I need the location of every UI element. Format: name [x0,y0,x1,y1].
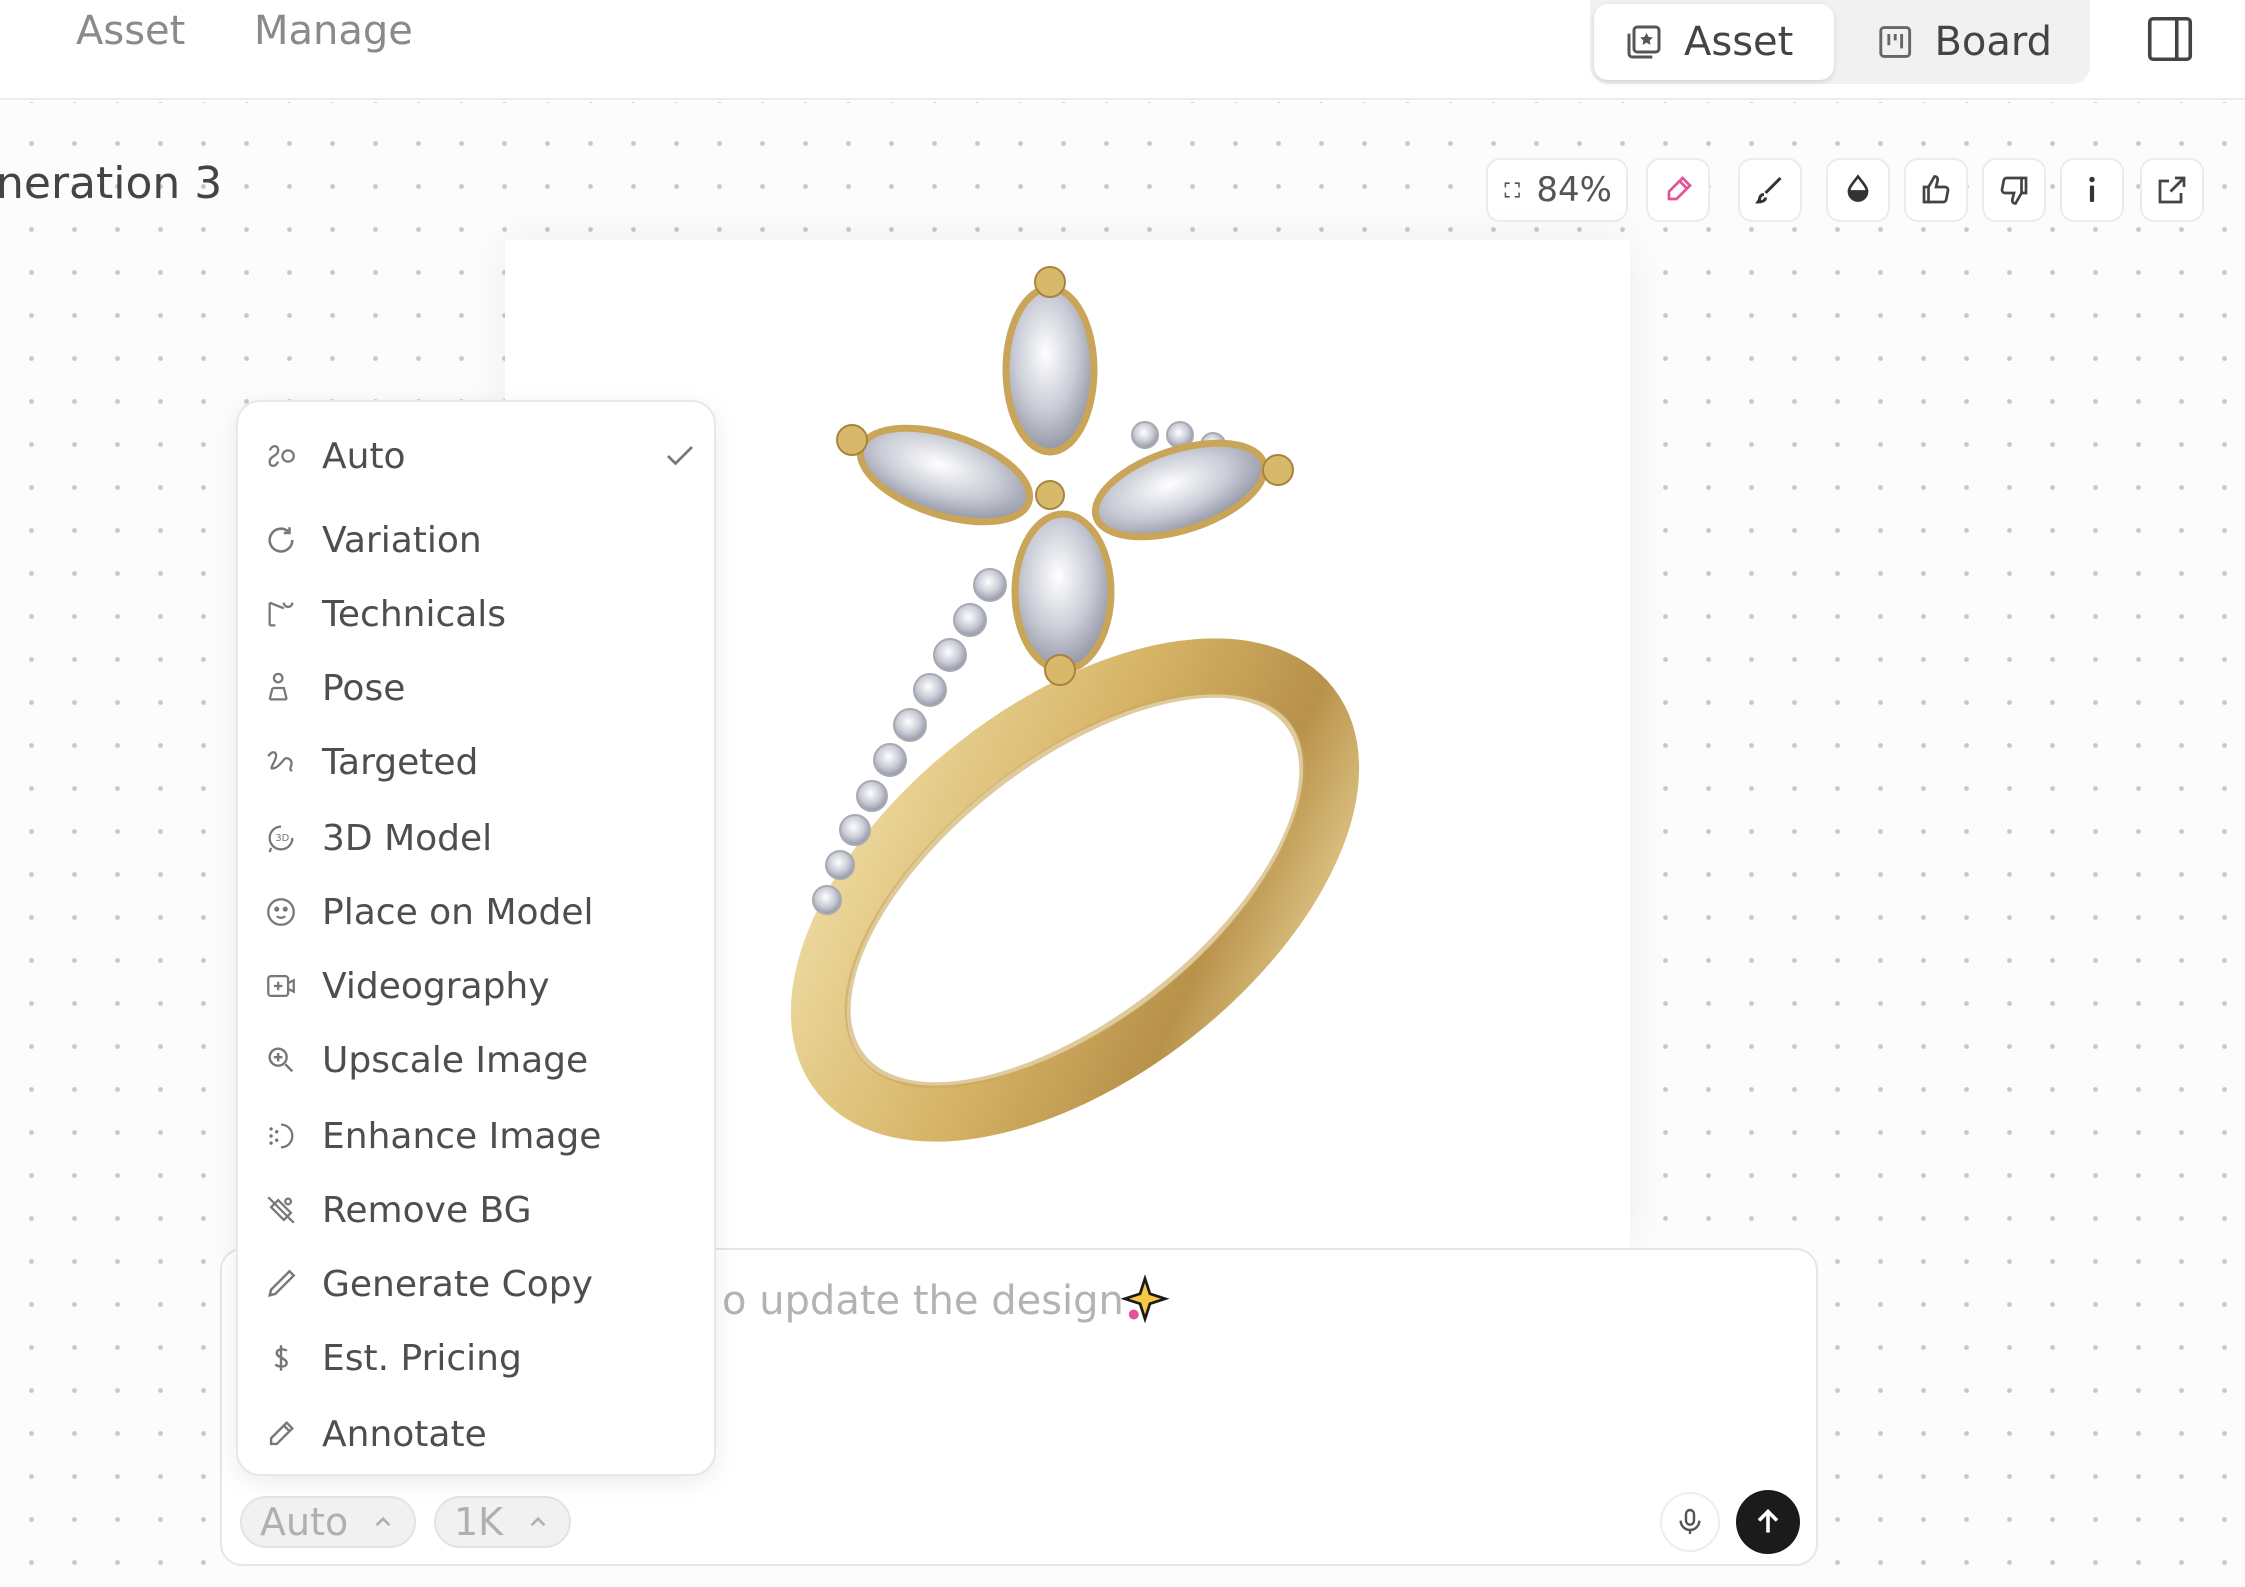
board-view-label: Board [1934,19,2052,65]
menu-item-pose[interactable]: Pose [264,660,704,716]
brush-button[interactable] [1738,158,1802,222]
menu-item-label: Place on Model [322,891,594,933]
menu-item-enhance-image[interactable]: Enhance Image [264,1108,704,1164]
info-button[interactable] [2060,158,2124,222]
menu-item-label: Pose [322,667,406,709]
menu-item-annotate[interactable]: Annotate [264,1406,704,1462]
menu-item-label: Est. Pricing [322,1337,522,1379]
dollar-icon [274,1345,288,1371]
panel-toggle-icon[interactable] [2143,12,2197,66]
menu-item-place-on-model[interactable]: Place on Model [264,884,704,940]
brush-icon [1755,176,1782,204]
tone-button[interactable] [1826,158,1890,222]
menu-item-generate-copy[interactable]: Generate Copy [264,1256,704,1312]
pen-icon [268,1269,296,1297]
menu-item-label: Annotate [322,1413,487,1455]
targeted-icon [267,751,293,772]
top-bar: Asset Manage Asset Board [0,0,2245,100]
menu-item-label: Auto [322,435,406,477]
remove-bg-icon [267,1196,295,1224]
menu-item-auto[interactable]: Auto [264,428,704,484]
generation-title: neration 3 [0,158,223,209]
chevron-up-icon [530,1516,546,1527]
check-icon [667,446,693,466]
zoom-control[interactable]: 84% [1486,158,1628,222]
mode-value: Auto [260,1500,349,1544]
open-external-icon [2158,176,2186,204]
tone-icon [1847,174,1869,202]
asset-view-label: Asset [1684,19,1794,65]
thumbs-down-icon [2000,176,2028,205]
menu-item-variation[interactable]: Variation [264,512,704,568]
menu-item-label: Generate Copy [322,1263,593,1305]
resolution-value: 1K [454,1500,504,1544]
asset-view-button[interactable]: Asset [1594,4,1834,80]
view-toggle: Asset Board [1590,0,2090,84]
menu-item-videography[interactable]: Videography [264,958,704,1014]
zoom-level: 84% [1536,170,1612,210]
svg-text:3D: 3D [275,833,289,844]
color-picker-icon [1667,176,1692,201]
menu-item-label: 3D Model [322,817,493,859]
pose-icon [268,672,288,701]
menu-item-remove-bg[interactable]: Remove BG [264,1182,704,1238]
board-icon [1879,26,1912,58]
video-icon [267,974,295,998]
thumbs-down-button[interactable] [1982,158,2046,222]
action-menu: Auto Variation Technicals Pose Targeted … [236,400,716,1476]
menu-item-3d-model[interactable]: 3D 3D Model [264,810,704,866]
auto-icon [268,444,295,468]
menu-item-label: Technicals [322,593,507,635]
thumbs-up-button[interactable] [1904,158,1968,222]
menu-item-label: Variation [322,519,482,561]
face-icon [267,898,295,926]
fit-screen-icon[interactable] [1502,172,1522,208]
microphone-icon [1679,1508,1701,1534]
microphone-button[interactable] [1660,1492,1720,1552]
zoom-in-icon [268,1047,294,1073]
menu-item-technicals[interactable]: Technicals [264,586,704,642]
technicals-icon [268,601,294,627]
arrow-up-icon [1757,1508,1779,1533]
asset-icon [1627,25,1661,59]
menu-item-targeted[interactable]: Targeted [264,734,704,790]
send-button[interactable] [1736,1490,1800,1554]
menu-item-label: Enhance Image [322,1115,602,1157]
mode-select[interactable]: Auto [240,1496,417,1548]
refresh-icon [268,527,294,553]
menu-item-upscale-image[interactable]: Upscale Image [264,1032,704,1088]
pencil-icon [269,1420,295,1446]
chevron-up-icon [375,1516,391,1527]
rotate-3d-icon: 3D [268,825,294,853]
menu-item-label: Remove BG [322,1189,532,1231]
menu-item-est-pricing[interactable]: Est. Pricing [264,1330,704,1386]
resolution-select[interactable]: 1K [434,1496,572,1548]
enhance-icon [269,1123,294,1149]
open-external-button[interactable] [2140,158,2204,222]
menu-item-label: Targeted [322,741,479,783]
sparkle-icon [1120,1274,1170,1324]
board-view-button[interactable]: Board [1846,4,2082,80]
nav-asset[interactable]: Asset [76,8,185,54]
prompt-input[interactable]: o update the design [722,1278,1124,1324]
menu-item-label: Videography [322,965,550,1007]
nav-manage[interactable]: Manage [254,8,413,54]
info-icon [2089,176,2095,202]
color-picker-button[interactable] [1646,158,1710,222]
thumbs-up-icon [1922,175,1950,204]
menu-item-label: Upscale Image [322,1039,589,1081]
